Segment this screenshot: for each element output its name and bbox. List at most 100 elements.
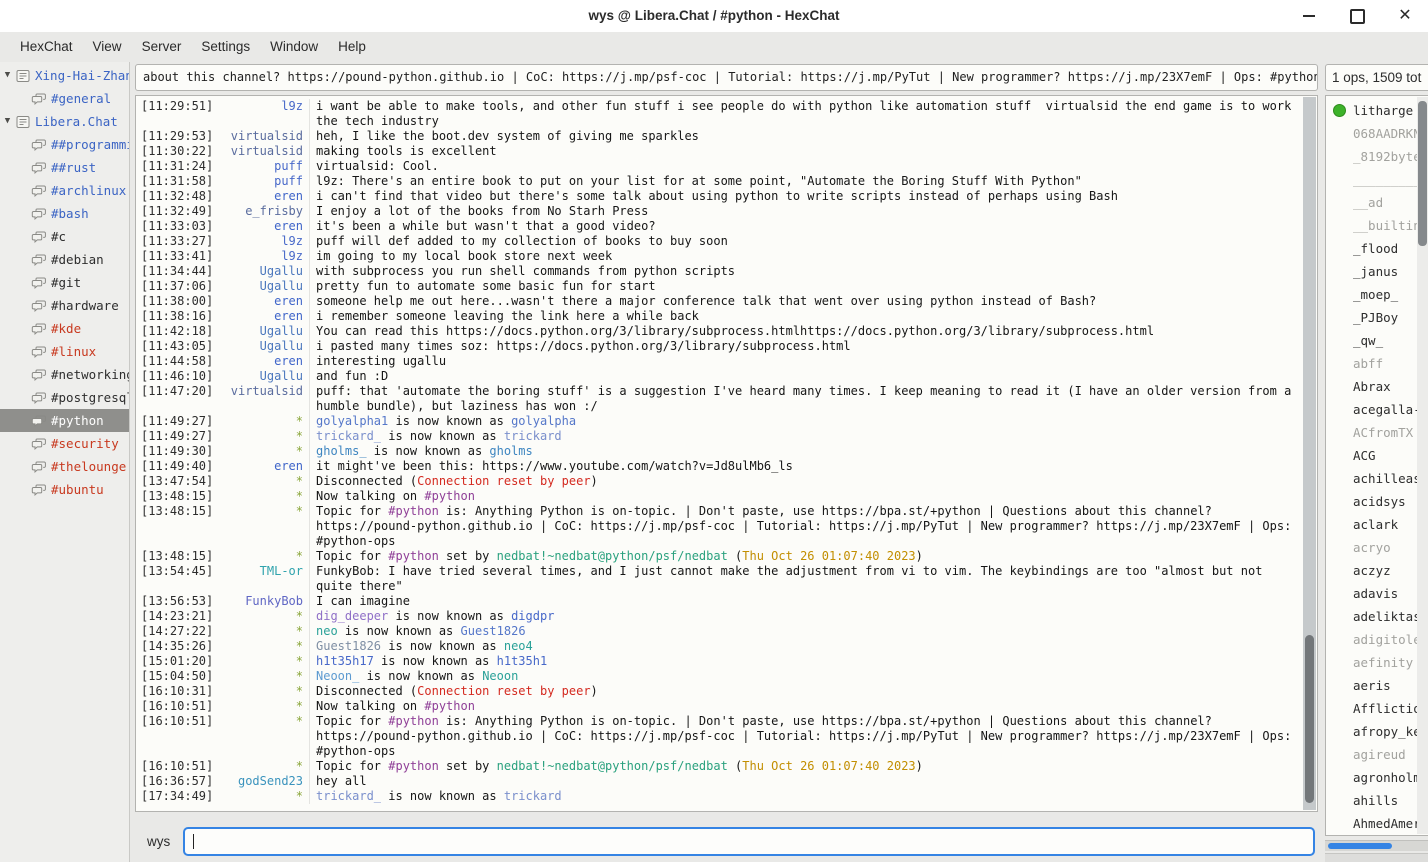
nick[interactable]: puff	[215, 174, 303, 189]
user-ahills[interactable]: ahills	[1326, 789, 1428, 812]
nick[interactable]: eren	[215, 219, 303, 234]
sidebar-item-c[interactable]: #c	[0, 225, 129, 248]
sidebar-item-rust[interactable]: ##rust	[0, 156, 129, 179]
topic-bar[interactable]: about this channel? https://pound-python…	[135, 64, 1318, 91]
nick[interactable]: e_frisby	[215, 204, 303, 219]
user-list-scrollbar[interactable]	[1417, 97, 1428, 834]
user-abff[interactable]: abff	[1326, 352, 1428, 375]
expander-arrow-icon[interactable]: ▼	[0, 64, 15, 87]
nick[interactable]: *	[215, 504, 303, 519]
nick[interactable]: puff	[215, 159, 303, 174]
sidebar-item-liberachat[interactable]: ▼Libera.Chat	[0, 110, 129, 133]
nick[interactable]: *	[215, 714, 303, 729]
sidebar-item-kde[interactable]: #kde	[0, 317, 129, 340]
user-aclark[interactable]: aclark	[1326, 513, 1428, 536]
nick[interactable]: Ugallu	[215, 264, 303, 279]
user-_janus[interactable]: _janus	[1326, 260, 1428, 283]
sidebar-item-security[interactable]: #security	[0, 432, 129, 455]
user-ahmedamer[interactable]: AhmedAmer	[1326, 812, 1428, 835]
nick[interactable]: *	[215, 759, 303, 774]
user-list-hscrollbar-thumb[interactable]	[1328, 843, 1392, 849]
nick[interactable]: virtualsid	[215, 129, 303, 144]
user-acfromtx[interactable]: ACfromTX	[1326, 421, 1428, 444]
nick[interactable]: TML-or	[215, 564, 303, 579]
user-adeliktas[interactable]: adeliktas	[1326, 605, 1428, 628]
user-afflictio[interactable]: Afflictio	[1326, 697, 1428, 720]
nick[interactable]: virtualsid	[215, 384, 303, 399]
nick[interactable]: eren	[215, 189, 303, 204]
expander-arrow-icon[interactable]: ▼	[0, 110, 15, 133]
nick[interactable]: Ugallu	[215, 279, 303, 294]
user-_________[interactable]: _________	[1326, 168, 1428, 191]
sidebar-item-archlinux[interactable]: #archlinux	[0, 179, 129, 202]
menu-view[interactable]: View	[83, 32, 132, 62]
message-input[interactable]	[185, 829, 1313, 854]
nick[interactable]: *	[215, 414, 303, 429]
sidebar-item-networking[interactable]: #networking	[0, 363, 129, 386]
user-litharge[interactable]: litharge	[1326, 99, 1428, 122]
user-list-scrollbar-thumb[interactable]	[1418, 101, 1427, 246]
menu-server[interactable]: Server	[132, 32, 192, 62]
minimize-button[interactable]	[1294, 1, 1324, 31]
sidebar-item-hardware[interactable]: #hardware	[0, 294, 129, 317]
nick[interactable]: *	[215, 654, 303, 669]
sidebar-item-xinghaizhan[interactable]: ▼Xing-Hai-Zhan	[0, 64, 129, 87]
sidebar-item-programmi[interactable]: ##programmi	[0, 133, 129, 156]
sidebar-item-thelounge[interactable]: #thelounge	[0, 455, 129, 478]
nick[interactable]: *	[215, 684, 303, 699]
sidebar-item-bash[interactable]: #bash	[0, 202, 129, 225]
nick[interactable]: *	[215, 624, 303, 639]
nick[interactable]: l9z	[215, 99, 303, 114]
user-aczyz[interactable]: aczyz	[1326, 559, 1428, 582]
nick[interactable]: Ugallu	[215, 369, 303, 384]
user-acegalla[interactable]: acegalla-	[1326, 398, 1428, 421]
menu-help[interactable]: Help	[328, 32, 376, 62]
nick[interactable]: *	[215, 699, 303, 714]
user-068aadrkn[interactable]: 068AADRKN	[1326, 122, 1428, 145]
nick[interactable]: *	[215, 789, 303, 804]
sidebar-item-debian[interactable]: #debian	[0, 248, 129, 271]
nick[interactable]: eren	[215, 309, 303, 324]
user-agronholm[interactable]: agronholm	[1326, 766, 1428, 789]
user-_8192byte[interactable]: _8192byte	[1326, 145, 1428, 168]
user-acryo[interactable]: acryo	[1326, 536, 1428, 559]
chat-scrollbar-thumb[interactable]	[1305, 635, 1314, 803]
sidebar-item-linux[interactable]: #linux	[0, 340, 129, 363]
nick[interactable]: *	[215, 489, 303, 504]
menu-settings[interactable]: Settings	[191, 32, 260, 62]
nick[interactable]: FunkyBob	[215, 594, 303, 609]
user-achilleas[interactable]: achilleas	[1326, 467, 1428, 490]
nick[interactable]: godSend23	[215, 774, 303, 789]
nick[interactable]: Ugallu	[215, 339, 303, 354]
sidebar-item-ubuntu[interactable]: #ubuntu	[0, 478, 129, 501]
user-__builtin[interactable]: __builtin	[1326, 214, 1428, 237]
nick[interactable]: eren	[215, 294, 303, 309]
nick[interactable]: *	[215, 549, 303, 564]
sidebar-item-postgresql[interactable]: #postgresql	[0, 386, 129, 409]
user-_flood[interactable]: _flood	[1326, 237, 1428, 260]
user-_pjboy[interactable]: _PJBoy	[1326, 306, 1428, 329]
nick[interactable]: virtualsid	[215, 144, 303, 159]
sidebar-item-git[interactable]: #git	[0, 271, 129, 294]
user-list-hscrollbar[interactable]	[1325, 840, 1428, 851]
user-__ad[interactable]: __ad	[1326, 191, 1428, 214]
user-acg[interactable]: ACG	[1326, 444, 1428, 467]
sidebar-item-python[interactable]: #python	[0, 409, 129, 432]
nick[interactable]: *	[215, 429, 303, 444]
user-_moep_[interactable]: _moep_	[1326, 283, 1428, 306]
nick[interactable]: l9z	[215, 249, 303, 264]
nick[interactable]: *	[215, 669, 303, 684]
chat-scrollbar[interactable]	[1303, 97, 1316, 810]
menu-hexchat[interactable]: HexChat	[10, 32, 83, 62]
menu-window[interactable]: Window	[260, 32, 328, 62]
nick[interactable]: *	[215, 639, 303, 654]
sidebar-item-general[interactable]: #general	[0, 87, 129, 110]
nick[interactable]: *	[215, 444, 303, 459]
nick[interactable]: eren	[215, 354, 303, 369]
nick[interactable]: *	[215, 474, 303, 489]
maximize-button[interactable]	[1342, 1, 1372, 31]
close-button[interactable]: ✕	[1390, 1, 1420, 31]
bottom-scrollbar-track[interactable]	[1325, 853, 1428, 862]
user-afropy_ke[interactable]: afropy_ke	[1326, 720, 1428, 743]
user-abrax[interactable]: Abrax	[1326, 375, 1428, 398]
